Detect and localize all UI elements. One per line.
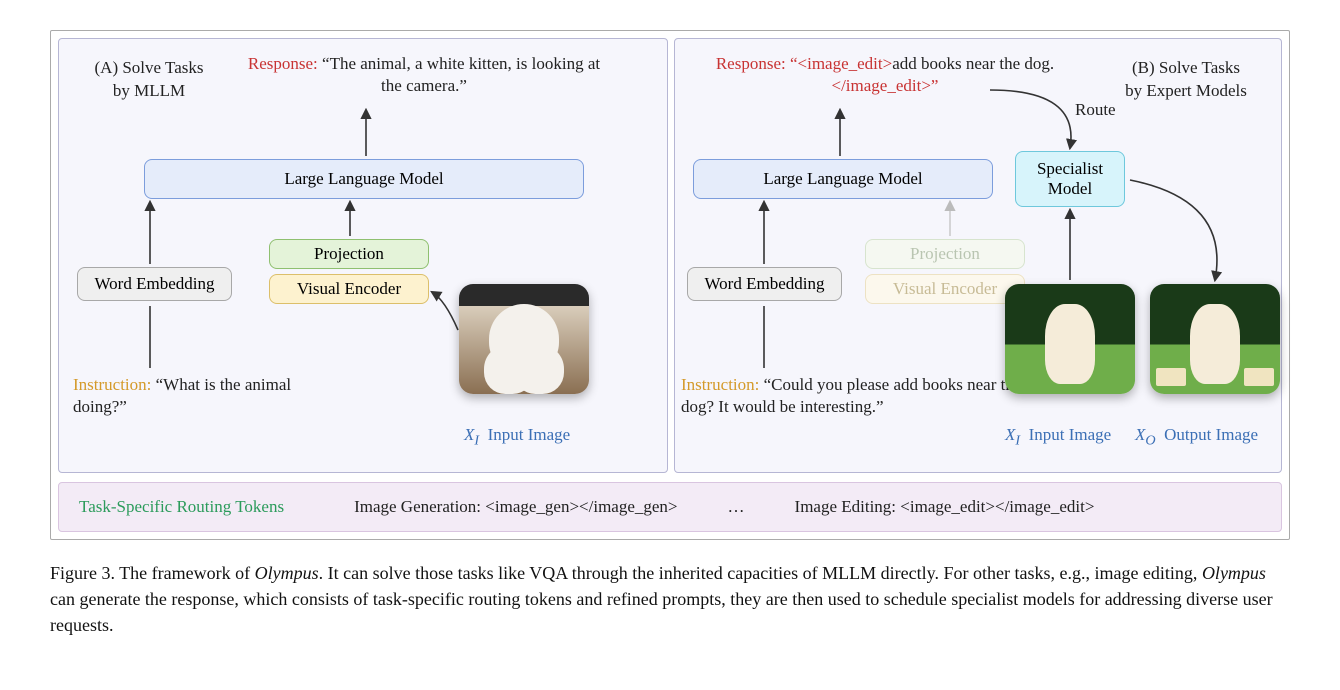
panel-a-instruction: Instruction: “What is the animal doing?”	[73, 374, 293, 418]
panel-b-title-l1: (B) Solve Tasks	[1132, 58, 1240, 77]
response-text: “The animal, a white kitten, is looking …	[322, 54, 600, 95]
instruction-label: Instruction:	[73, 375, 151, 394]
llm-box-b: Large Language Model	[693, 159, 993, 199]
panel-b-instruction: Instruction: “Could you please add books…	[681, 374, 1051, 418]
response-label: Response:	[248, 54, 318, 73]
panel-b-response: Response: “<image_edit>add books near th…	[715, 53, 1055, 97]
panel-a-title: (A) Solve Tasks by MLLM	[69, 57, 229, 103]
routing-edit: Image Editing: <image_edit></image_edit>	[795, 497, 1095, 517]
visual-encoder-box-faded: Visual Encoder	[865, 274, 1025, 304]
input-image-cat	[459, 284, 589, 394]
response-label-b: Response:	[716, 54, 786, 73]
projection-box: Projection	[269, 239, 429, 269]
panel-b-title: (B) Solve Tasks by Expert Models	[1101, 57, 1271, 103]
visual-encoder-box: Visual Encoder	[269, 274, 429, 304]
panel-b: (B) Solve Tasks by Expert Models Respons…	[674, 38, 1282, 473]
input-image-dog	[1005, 284, 1135, 394]
panel-a-title-l2: by MLLM	[113, 81, 185, 100]
word-embedding-box-b: Word Embedding	[687, 267, 842, 301]
caption-olympus1: Olympus	[255, 563, 319, 583]
output-image-dog	[1150, 284, 1280, 394]
figure-caption: Figure 3. The framework of Olympus. It c…	[50, 560, 1290, 638]
panel-b-title-l2: by Expert Models	[1125, 81, 1247, 100]
caption-t2: . It can solve those tasks like VQA thro…	[319, 563, 1202, 583]
panel-a: (A) Solve Tasks by MLLM Response: “The a…	[58, 38, 668, 473]
word-embedding-box: Word Embedding	[77, 267, 232, 301]
caption-t3: can generate the response, which consist…	[50, 589, 1273, 635]
routing-dots: …	[728, 497, 745, 517]
llm-box: Large Language Model	[144, 159, 584, 199]
panel-a-title-l1: (A) Solve Tasks	[95, 58, 204, 77]
panel-b-output-caption: XO Output Image	[1135, 424, 1315, 450]
figure-canvas: (A) Solve Tasks by MLLM Response: “The a…	[50, 30, 1290, 540]
specialist-box: SpecialistModel	[1015, 151, 1125, 207]
routing-tokens-label: Task-Specific Routing Tokens	[79, 497, 284, 517]
routing-tokens-bar: Task-Specific Routing Tokens Image Gener…	[58, 482, 1282, 532]
caption-lead: Figure 3.	[50, 563, 115, 583]
projection-box-faded: Projection	[865, 239, 1025, 269]
route-label: Route	[1075, 99, 1116, 121]
routing-gen: Image Generation: <image_gen></image_gen…	[354, 497, 677, 517]
caption-olympus2: Olympus	[1202, 563, 1266, 583]
caption-t1: The framework of	[115, 563, 255, 583]
panel-a-input-caption: XI Input Image	[464, 424, 654, 450]
panel-a-response: Response: “The animal, a white kitten, i…	[239, 53, 609, 97]
